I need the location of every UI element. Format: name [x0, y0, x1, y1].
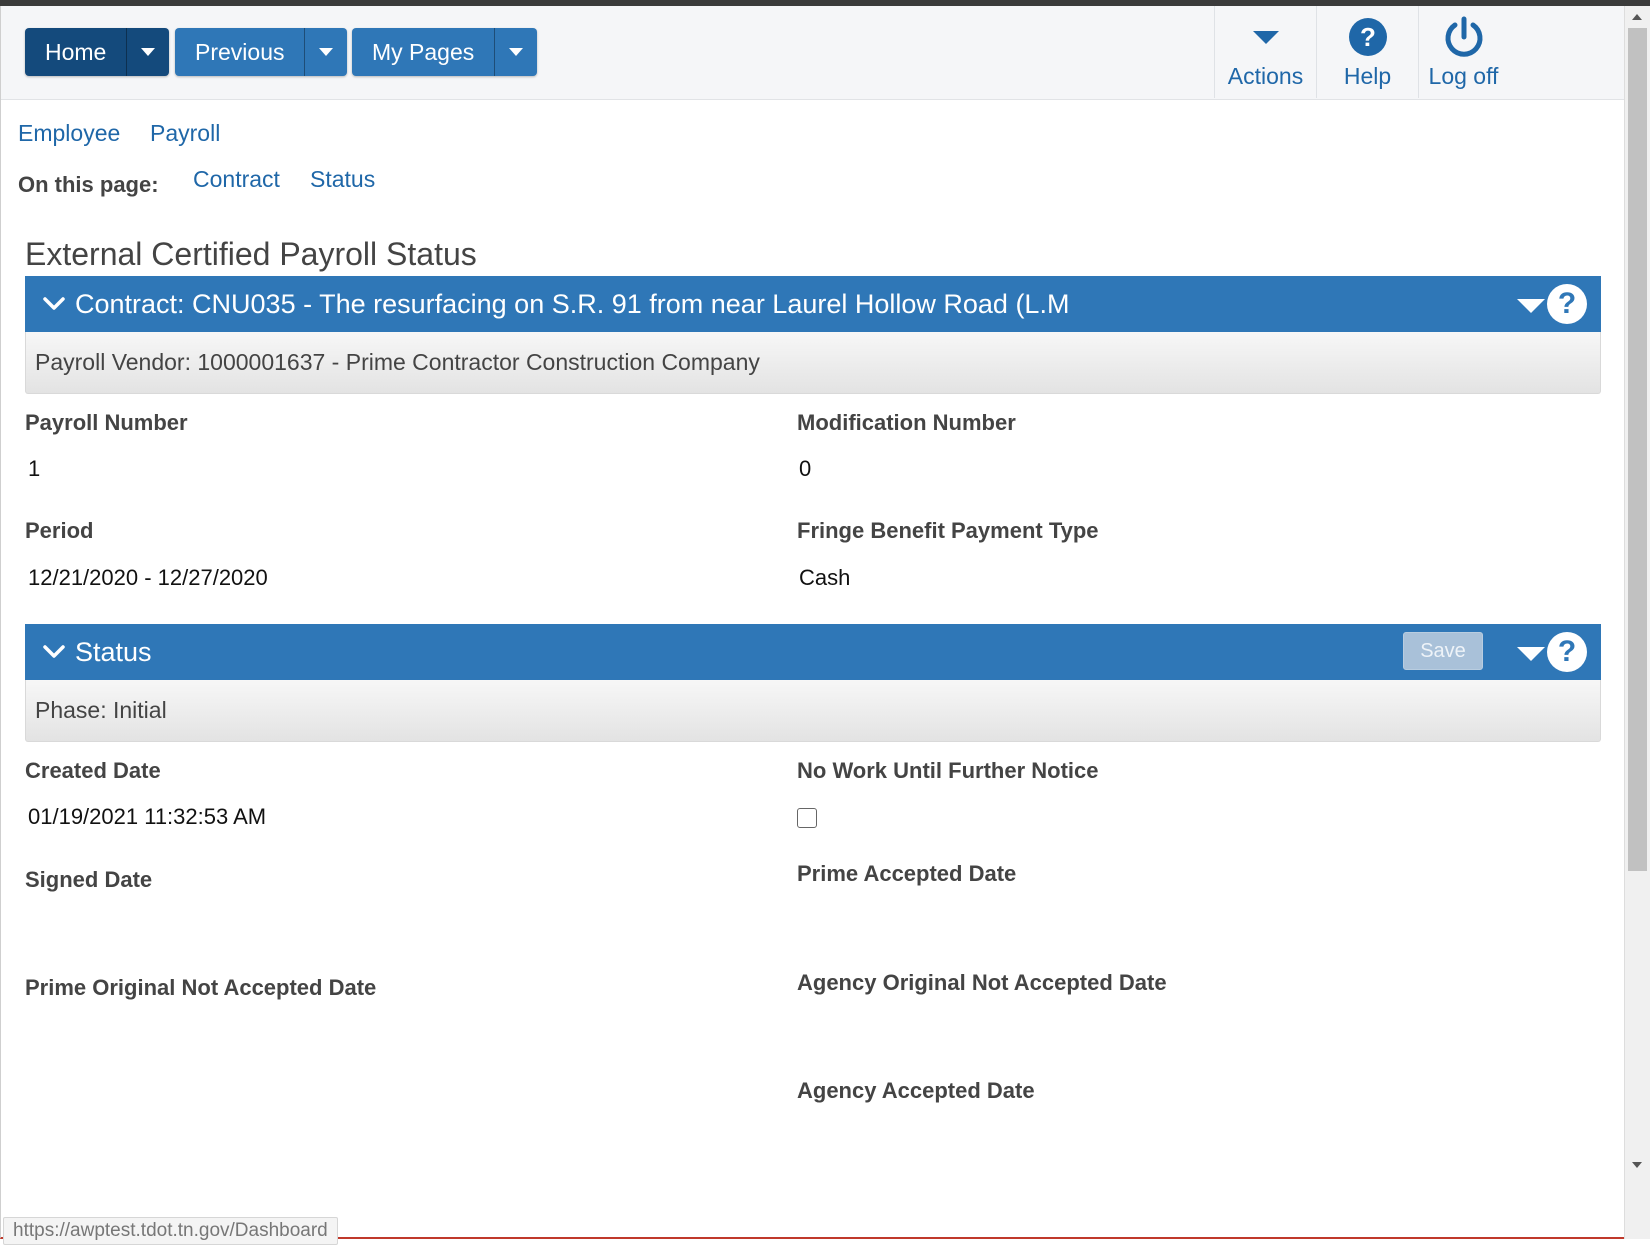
period-label: Period	[25, 518, 94, 543]
on-this-page-label: On this page:	[18, 172, 159, 197]
chevron-down-icon	[141, 48, 156, 56]
previous-button-label: Previous	[195, 38, 285, 65]
power-icon	[1444, 13, 1484, 61]
payroll-number-label: Payroll Number	[25, 410, 188, 435]
modification-number-label: Modification Number	[797, 410, 1016, 435]
signed-date-label: Signed Date	[25, 867, 153, 892]
help-label: Help	[1343, 63, 1392, 89]
prime-accepted-date-label: Prime Accepted Date	[797, 861, 1017, 886]
contract-panel-title: Contract: CNU035 - The resurfacing on S.…	[75, 288, 1070, 319]
my-pages-dropdown-toggle[interactable]	[494, 28, 537, 76]
modification-number-value: 0	[799, 456, 812, 481]
chevron-down-icon[interactable]	[33, 645, 75, 659]
previous-dropdown-toggle[interactable]	[304, 28, 347, 76]
help-icon: ?	[1348, 13, 1388, 61]
scroll-down-arrow-icon[interactable]	[1632, 1162, 1642, 1168]
my-pages-button[interactable]: My Pages	[352, 28, 538, 76]
actions-label: Actions	[1227, 63, 1304, 89]
breadcrumb-payroll-link[interactable]: Payroll	[150, 120, 220, 147]
contract-help-icon[interactable]: ?	[1547, 284, 1587, 324]
fringe-benefit-label: Fringe Benefit Payment Type	[797, 518, 1099, 543]
status-help-icon[interactable]: ?	[1547, 632, 1587, 672]
log-off-label: Log off	[1428, 63, 1499, 89]
status-bar-url: https://awptest.tdot.tn.gov/Dashboard	[3, 1217, 338, 1245]
help-link[interactable]: ? Help	[1316, 6, 1418, 98]
prime-original-not-accepted-label: Prime Original Not Accepted Date	[25, 975, 377, 1000]
vertical-scrollbar[interactable]	[1624, 6, 1650, 1239]
status-panel-subtitle: Phase: Initial	[25, 680, 1601, 742]
contract-panel-menu-icon[interactable]	[1517, 299, 1545, 313]
my-pages-button-label: My Pages	[372, 38, 475, 65]
home-dropdown-toggle[interactable]	[126, 28, 169, 76]
status-panel-header[interactable]: Status Save ?	[25, 624, 1601, 680]
breadcrumb-employee-link[interactable]: Employee	[18, 120, 120, 147]
chevron-down-icon[interactable]	[33, 297, 75, 311]
page: Home Previous My Pages Actions ? Help Lo…	[0, 6, 1624, 1245]
svg-text:?: ?	[1360, 22, 1376, 52]
created-date-value: 01/19/2021 11:32:53 AM	[28, 804, 267, 829]
home-button[interactable]: Home	[25, 28, 170, 76]
save-button[interactable]: Save	[1403, 632, 1483, 670]
jump-contract-link[interactable]: Contract	[193, 166, 280, 193]
status-panel-title: Status	[75, 636, 152, 667]
log-off-link[interactable]: Log off	[1418, 6, 1508, 98]
home-button-label: Home	[45, 38, 107, 65]
agency-accepted-date-label: Agency Accepted Date	[797, 1078, 1035, 1103]
chevron-down-icon	[509, 48, 524, 56]
actions-menu[interactable]: Actions	[1214, 6, 1316, 98]
period-value: 12/21/2020 - 12/27/2020	[28, 565, 268, 590]
actions-caret-icon	[1252, 13, 1280, 61]
chevron-down-icon	[319, 48, 334, 56]
status-panel-menu-icon[interactable]	[1517, 647, 1545, 661]
no-work-notice-label: No Work Until Further Notice	[797, 758, 1099, 783]
page-title: External Certified Payroll Status	[25, 236, 477, 272]
header-bar: Home Previous My Pages Actions ? Help Lo…	[1, 6, 1624, 100]
jump-status-link[interactable]: Status	[310, 166, 375, 193]
scrollbar-thumb[interactable]	[1628, 28, 1647, 871]
contract-panel-header[interactable]: Contract: CNU035 - The resurfacing on S.…	[25, 276, 1601, 332]
scroll-up-arrow-icon[interactable]	[1632, 14, 1642, 20]
contract-panel-subtitle: Payroll Vendor: 1000001637 - Prime Contr…	[25, 332, 1601, 394]
fringe-benefit-value: Cash	[799, 565, 851, 590]
agency-original-not-accepted-label: Agency Original Not Accepted Date	[797, 970, 1167, 995]
previous-button[interactable]: Previous	[175, 28, 348, 76]
no-work-notice-checkbox[interactable]	[797, 808, 817, 828]
payroll-number-value: 1	[28, 456, 41, 481]
created-date-label: Created Date	[25, 758, 161, 783]
